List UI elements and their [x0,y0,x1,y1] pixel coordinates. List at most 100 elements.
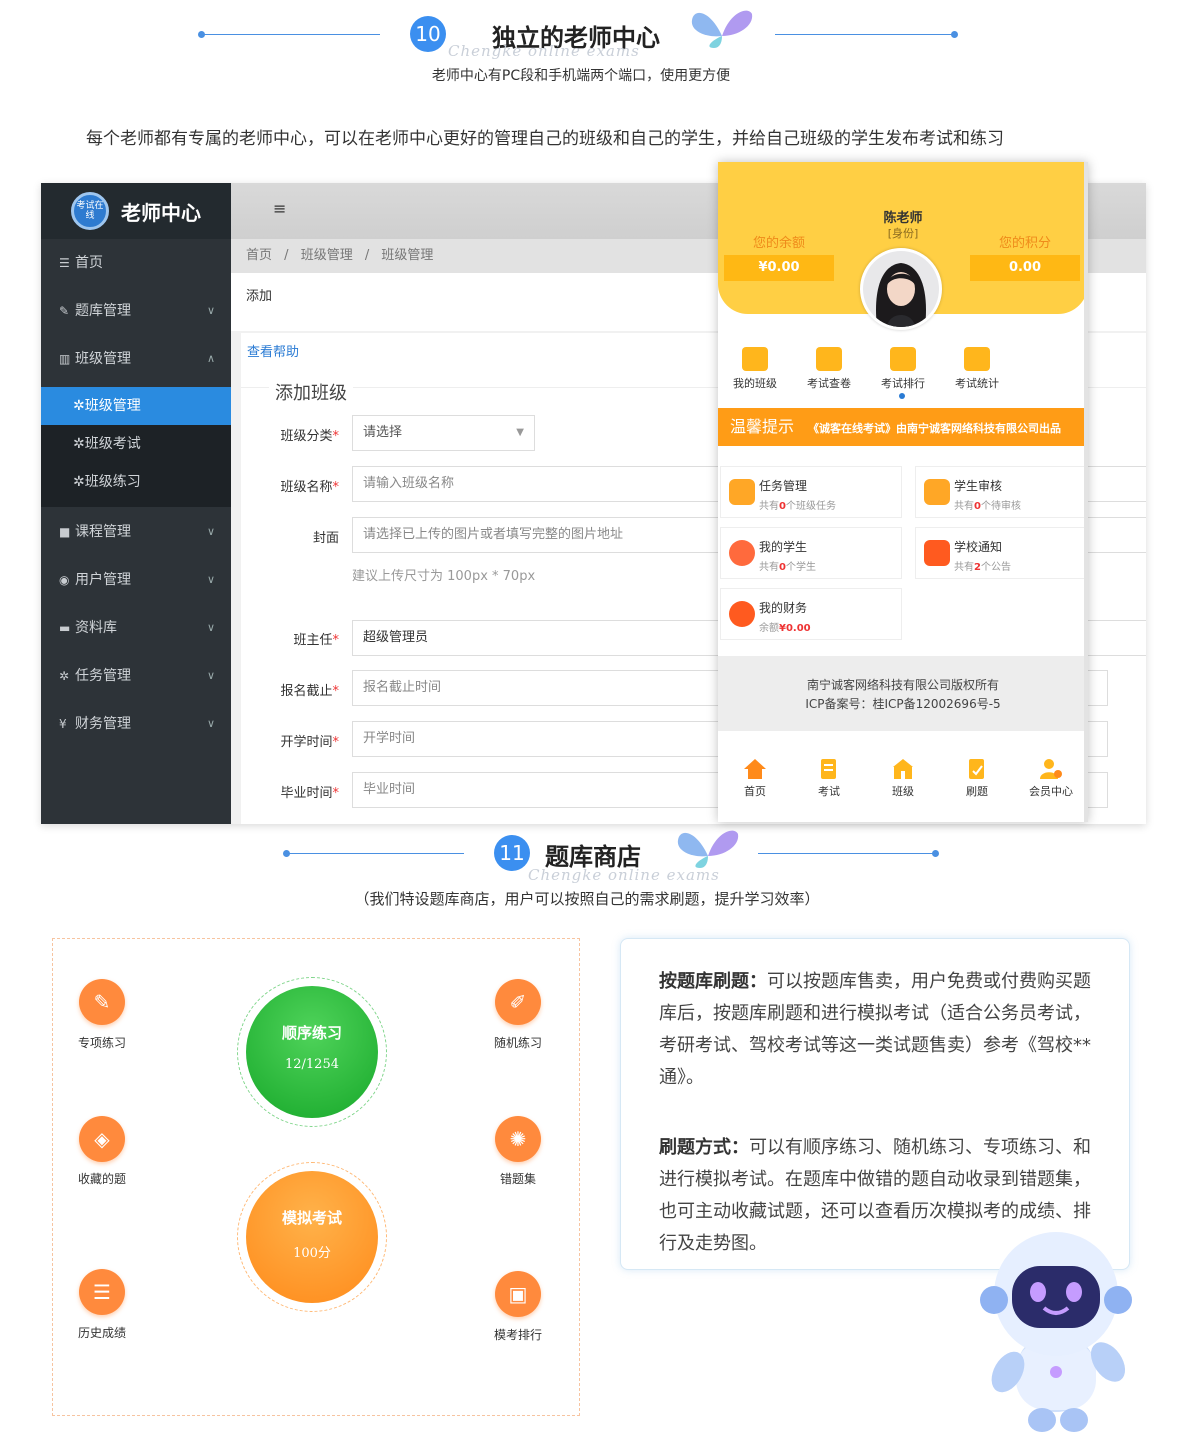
card-subtitle: 共有0个学生 [759,562,816,573]
breadcrumb-home[interactable]: 首页 [246,248,272,263]
robot-mascot-image [980,1232,1132,1432]
badge-icon: ✺ [509,1127,527,1151]
sidebar-item-label: 题库管理 [75,303,131,319]
favorites-button[interactable]: ◈ [79,1116,125,1162]
my-finance-card[interactable]: 我的财务 余额¥0.00 [720,588,902,640]
sidebar-subitem-class-exam[interactable]: ✲班级考试 [41,425,231,463]
nav-practice[interactable]: 刷题 [940,758,1014,799]
points-label: 您的积分 [998,236,1051,251]
sidebar-item-label: 班级练习 [84,474,141,490]
video-icon: ■ [59,525,71,539]
decor-dot-right [951,31,958,38]
sequential-practice-button[interactable]: 顺序练习 12/1254 [246,986,378,1118]
sidebar-item-label: 班级管理 [84,398,141,414]
add-tab-label[interactable]: 添加 [246,289,272,304]
nav-member-center[interactable]: 会员中心 [1014,758,1088,799]
school-notice-card[interactable]: 学校通知 共有2个公告 [915,527,1088,579]
wrong-questions-label: 错题集 [499,1172,536,1186]
chevron-down-icon: ∨ [206,717,215,730]
student-review-card[interactable]: 学生审核 共有0个待审核 [915,466,1088,518]
list-icon: ☰ [59,256,70,270]
mock-rank-label: 模考排行 [493,1328,542,1342]
bottom-nav: 首页 考试 班级 刷题 会员中心 [718,758,1088,802]
sidebar-item-course-mgmt[interactable]: ■ 课程管理 ∨ [41,508,231,556]
mock-exam-button[interactable]: 模拟考试 100分 [246,1171,378,1303]
sidebar-item-task-mgmt[interactable]: ✲ 任务管理 ∨ [41,652,231,700]
sidebar-subitem-class-practice[interactable]: ✲班级练习 [41,463,231,507]
category-select[interactable]: 请选择 ▼ [352,415,535,451]
school-icon [893,759,913,779]
card-title: 学校通知 [954,540,1003,554]
task-mgmt-card[interactable]: 任务管理 共有0个班级任务 [720,466,902,518]
my-class-shortcut[interactable]: 我的班级 [718,347,792,391]
user-gear-icon [1040,759,1062,779]
sidebar-item-resource-lib[interactable]: ▬ 资料库 ∨ [41,604,231,652]
card-subtitle: 共有2个公告 [954,562,1011,573]
sidebar-item-label: 首页 [75,255,103,271]
class-name-label: 班级名称* [280,480,339,495]
scrollbar[interactable] [1084,162,1088,822]
notice-text: 《诚客在线考试》由南宁诚客网络科技有限公司出品 [808,422,1062,435]
mock-rank-button[interactable]: ▣ [495,1271,541,1317]
student-icon [729,540,755,566]
card-subtitle: 余额¥0.00 [759,623,811,634]
question-store-panel: ✎ 专项练习 ◈ 收藏的题 ☰ 历史成绩 ✐ 随机练习 ✺ 错题集 ▣ 模考排行… [52,938,580,1416]
breadcrumb-level2: 班级管理 [381,248,434,263]
balance-value: ¥0.00 [724,255,834,281]
gear-icon: ✲ [73,398,85,414]
exam-stats-shortcut[interactable]: 考试统计 [940,347,1014,391]
paragraph-heading: 刷题方式： [659,1137,749,1158]
my-students-card[interactable]: 我的学生 共有0个学生 [720,527,902,579]
special-practice-label: 专项练习 [77,1036,126,1050]
card-title: 任务管理 [759,479,808,493]
breadcrumb-separator: / [284,248,289,263]
sidebar-header: 考试在线 老师中心 [41,183,231,239]
teacher-name: 陈老师 [883,211,923,226]
paragraph-heading: 按题库刷题： [659,971,767,992]
section-subtitle: （我们特设题库商店，用户可以按照自己的需求刷题，提升学习效率） [354,890,820,908]
nav-class[interactable]: 班级 [866,758,940,799]
points-box[interactable]: 您的积分 0.00 [970,232,1080,281]
balance-label: 您的余额 [752,236,805,251]
history-score-button[interactable]: ☰ [79,1269,125,1315]
wrong-questions-button[interactable]: ✺ [495,1116,541,1162]
gear-icon: ✲ [73,436,85,452]
menu-toggle-icon[interactable]: ≡ [273,199,286,218]
practice-icon [969,759,984,779]
edit-icon: ✎ [59,304,70,318]
home-icon [744,759,766,779]
sidebar-item-class-mgmt[interactable]: ▥ 班级管理 ∧ [41,335,231,383]
exam-icon [821,759,836,779]
sidebar-item-finance-mgmt[interactable]: ¥ 财务管理 ∨ [41,700,231,748]
sidebar: 考试在线 老师中心 ☰ 首页 ✎ 题库管理 ∨ ▥ 班级管理 ∧ ✲班级管理 ✲班级考… [41,183,231,824]
logo: 考试在线 [71,192,109,230]
sidebar-item-home[interactable]: ☰ 首页 [41,239,231,287]
chart-doc-icon [964,347,990,371]
special-practice-button[interactable]: ✎ [79,979,125,1025]
card-subtitle: 共有0个班级任务 [759,501,836,512]
megaphone-icon [924,540,950,566]
school-icon [742,347,768,371]
sidebar-item-label: 用户管理 [75,572,131,588]
sidebar-subitem-class-mgmt[interactable]: ✲班级管理 [41,387,231,425]
sidebar-item-question-bank[interactable]: ✎ 题库管理 ∨ [41,287,231,335]
task-icon [729,479,755,505]
document-icon [816,347,842,371]
mock-title: 模拟考试 [281,1209,342,1227]
exam-rank-shortcut[interactable]: 考试排行 [866,347,940,391]
avatar-image [863,251,939,327]
balance-box[interactable]: 您的余额 ¥0.00 [724,232,834,281]
calendar-icon: ▣ [508,1282,528,1306]
nav-home[interactable]: 首页 [718,758,792,799]
nav-exam[interactable]: 考试 [792,758,866,799]
help-link[interactable]: 查看帮助 [247,341,299,360]
breadcrumb-separator: / [364,248,370,263]
chevron-down-icon: ∨ [206,304,215,317]
random-practice-button[interactable]: ✐ [495,979,541,1025]
decor-line-right [758,853,934,854]
chevron-up-icon: ∧ [206,352,215,365]
sidebar-item-user-mgmt[interactable]: ◉ 用户管理 ∨ [41,556,231,604]
form-title: 添加班级 [269,379,353,405]
exam-review-shortcut[interactable]: 考试查卷 [792,347,866,391]
breadcrumb-level1[interactable]: 班级管理 [301,248,353,263]
